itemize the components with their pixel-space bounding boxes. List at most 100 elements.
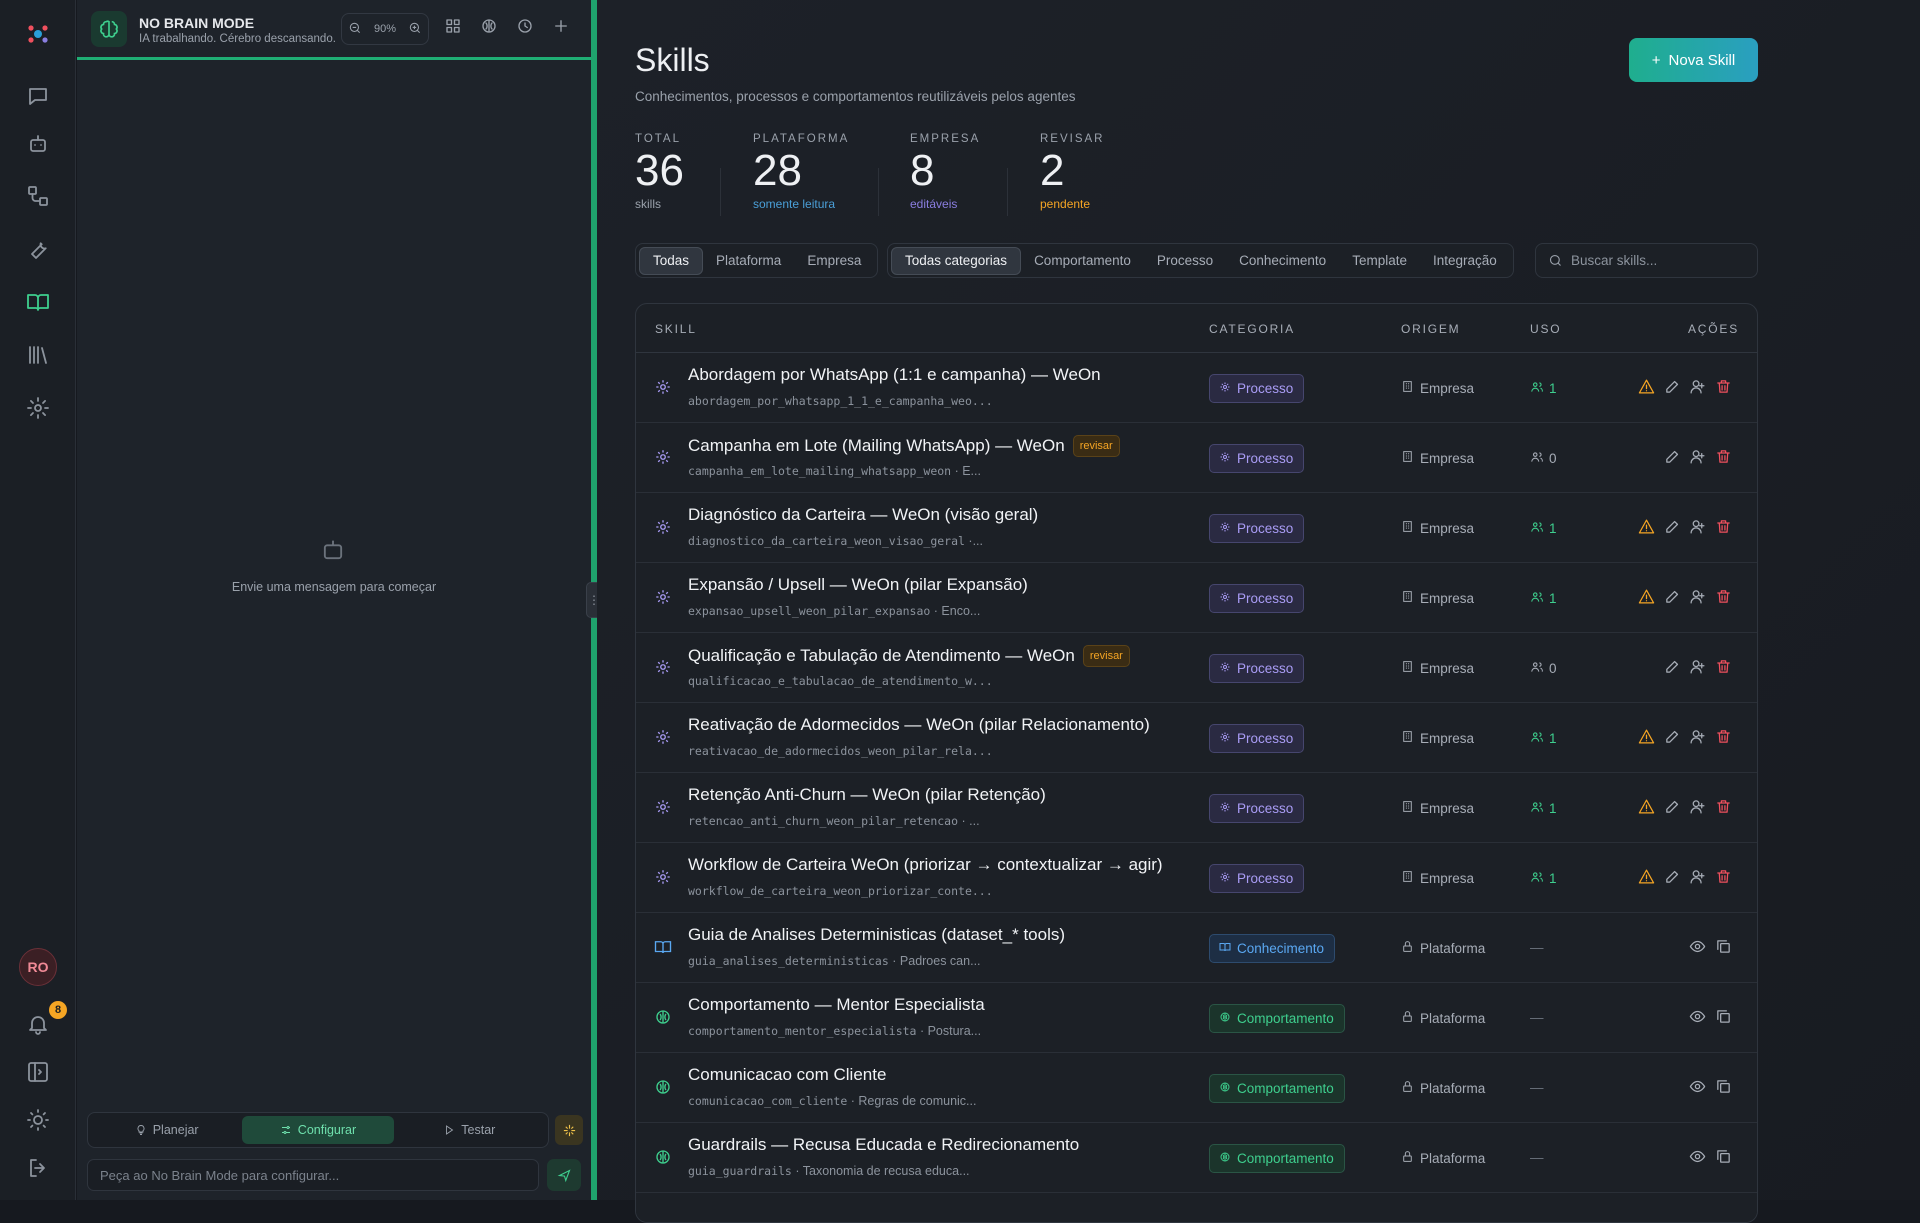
panel-icon[interactable] xyxy=(22,1056,54,1088)
skill-name[interactable]: Expansão / Upsell — WeOn (pilar Expansão… xyxy=(688,575,1028,595)
skill-name[interactable]: Reativação de Adormecidos — WeOn (pilar … xyxy=(688,715,1150,735)
logout-icon[interactable] xyxy=(22,1152,54,1184)
table-row[interactable]: Guardrails — Recusa Educada e Redirecion… xyxy=(636,1123,1757,1193)
filter-comportamento[interactable]: Comportamento xyxy=(1021,247,1144,275)
skill-name[interactable]: Workflow de Carteira WeOn (priorizar → c… xyxy=(688,855,1163,875)
warning-icon[interactable] xyxy=(1638,588,1658,608)
skill-name[interactable]: Qualificação e Tabulação de Atendimento … xyxy=(688,645,1130,667)
assign-agents-icon[interactable] xyxy=(1689,868,1709,888)
mode-testar[interactable]: Testar xyxy=(394,1116,545,1144)
app-logo-icon[interactable] xyxy=(22,18,54,50)
edit-icon[interactable] xyxy=(1664,588,1684,608)
new-skill-button[interactable]: + Nova Skill xyxy=(1629,38,1758,82)
zoom-out-icon[interactable] xyxy=(348,21,362,38)
table-row[interactable]: Campanha em Lote (Mailing WhatsApp) — We… xyxy=(636,423,1757,493)
copy-icon[interactable] xyxy=(1715,1078,1735,1098)
book-icon[interactable] xyxy=(22,286,54,318)
header-origem[interactable]: ORIGEM xyxy=(1401,322,1460,336)
assign-agents-icon[interactable] xyxy=(1689,798,1709,818)
filter-todas-categorias[interactable]: Todas categorias xyxy=(891,246,1022,275)
assign-agents-icon[interactable] xyxy=(1689,448,1709,468)
search-input[interactable] xyxy=(1571,253,1741,268)
table-row[interactable]: Comunicacao com Cliente comunicacao_com_c… xyxy=(636,1053,1757,1123)
mode-planejar[interactable]: Planejar xyxy=(91,1116,242,1144)
warning-icon[interactable] xyxy=(1638,378,1658,398)
library-icon[interactable] xyxy=(22,339,54,371)
settings-icon[interactable] xyxy=(22,392,54,424)
mode-configurar[interactable]: Configurar xyxy=(242,1116,394,1144)
delete-icon[interactable] xyxy=(1715,728,1735,748)
edit-icon[interactable] xyxy=(1664,448,1684,468)
copy-icon[interactable] xyxy=(1715,1148,1735,1168)
table-row[interactable]: Diagnóstico da Carteira — WeOn (visão ge… xyxy=(636,493,1757,563)
table-row[interactable]: Reativação de Adormecidos — WeOn (pilar … xyxy=(636,703,1757,773)
filter-empresa[interactable]: Empresa xyxy=(794,247,874,275)
skill-name[interactable]: Guardrails — Recusa Educada e Redirecion… xyxy=(688,1135,1079,1155)
skill-name[interactable]: Comunicacao com Cliente xyxy=(688,1065,886,1085)
table-row[interactable]: Comportamento — Mentor Especialista compo… xyxy=(636,983,1757,1053)
assign-agents-icon[interactable] xyxy=(1689,378,1709,398)
skill-name[interactable]: Campanha em Lote (Mailing WhatsApp) — We… xyxy=(688,435,1120,457)
table-row[interactable]: Expansão / Upsell — WeOn (pilar Expansão… xyxy=(636,563,1757,633)
table-row[interactable] xyxy=(636,1193,1757,1222)
warning-icon[interactable] xyxy=(1638,798,1658,818)
grid-icon[interactable] xyxy=(444,17,466,39)
edit-icon[interactable] xyxy=(1664,658,1684,678)
assign-agents-icon[interactable] xyxy=(1689,728,1709,748)
history-icon[interactable] xyxy=(516,17,538,39)
header-categoria[interactable]: CATEGORIA xyxy=(1209,322,1295,336)
filter-todas[interactable]: Todas xyxy=(639,246,704,275)
delete-icon[interactable] xyxy=(1715,518,1735,538)
delete-icon[interactable] xyxy=(1715,588,1735,608)
table-row[interactable]: Guia de Analises Deterministicas (datase… xyxy=(636,913,1757,983)
skill-name[interactable]: Comportamento — Mentor Especialista xyxy=(688,995,985,1015)
table-row[interactable]: Qualificação e Tabulação de Atendimento … xyxy=(636,633,1757,703)
chat-icon[interactable] xyxy=(22,80,54,112)
sun-icon[interactable] xyxy=(22,1104,54,1136)
skill-name[interactable]: Abordagem por WhatsApp (1:1 e campanha) … xyxy=(688,365,1101,385)
avatar[interactable]: RO xyxy=(19,948,57,986)
edit-icon[interactable] xyxy=(1664,868,1684,888)
filter-plataforma[interactable]: Plataforma xyxy=(703,247,794,275)
delete-icon[interactable] xyxy=(1715,378,1735,398)
copy-icon[interactable] xyxy=(1715,938,1735,958)
warning-icon[interactable] xyxy=(1638,868,1658,888)
warning-icon[interactable] xyxy=(1638,728,1658,748)
chat-input[interactable] xyxy=(87,1159,539,1191)
header-skill[interactable]: SKILL xyxy=(655,322,697,336)
view-icon[interactable] xyxy=(1689,1078,1709,1098)
workflow-icon[interactable] xyxy=(22,180,54,212)
assign-agents-icon[interactable] xyxy=(1689,588,1709,608)
filter-conhecimento[interactable]: Conhecimento xyxy=(1226,247,1339,275)
edit-icon[interactable] xyxy=(1664,378,1684,398)
header-uso[interactable]: USO xyxy=(1530,322,1561,336)
edit-icon[interactable] xyxy=(1664,728,1684,748)
skill-name[interactable]: Guia de Analises Deterministicas (datase… xyxy=(688,925,1065,945)
filter-template[interactable]: Template xyxy=(1339,247,1420,275)
table-row[interactable]: Retenção Anti-Churn — WeOn (pilar Retenç… xyxy=(636,773,1757,843)
brain-toggle-icon[interactable] xyxy=(480,17,502,39)
warning-icon[interactable] xyxy=(1638,518,1658,538)
delete-icon[interactable] xyxy=(1715,798,1735,818)
assign-agents-icon[interactable] xyxy=(1689,658,1709,678)
filter-integracao[interactable]: Integração xyxy=(1420,247,1510,275)
zoom-in-icon[interactable] xyxy=(408,21,422,38)
table-row[interactable]: Abordagem por WhatsApp (1:1 e campanha) … xyxy=(636,353,1757,423)
skill-name[interactable]: Diagnóstico da Carteira — WeOn (visão ge… xyxy=(688,505,1038,525)
delete-icon[interactable] xyxy=(1715,658,1735,678)
view-icon[interactable] xyxy=(1689,1148,1709,1168)
copy-icon[interactable] xyxy=(1715,1008,1735,1028)
new-chat-icon[interactable] xyxy=(552,17,574,39)
wrench-icon[interactable] xyxy=(22,233,54,265)
edit-icon[interactable] xyxy=(1664,798,1684,818)
delete-icon[interactable] xyxy=(1715,448,1735,468)
edit-icon[interactable] xyxy=(1664,518,1684,538)
view-icon[interactable] xyxy=(1689,1008,1709,1028)
view-icon[interactable] xyxy=(1689,938,1709,958)
send-icon[interactable] xyxy=(547,1159,581,1191)
skill-name[interactable]: Retenção Anti-Churn — WeOn (pilar Retenç… xyxy=(688,785,1046,805)
filter-processo[interactable]: Processo xyxy=(1144,247,1226,275)
delete-icon[interactable] xyxy=(1715,868,1735,888)
table-row[interactable]: Workflow de Carteira WeOn (priorizar → c… xyxy=(636,843,1757,913)
bot-icon[interactable] xyxy=(22,128,54,160)
